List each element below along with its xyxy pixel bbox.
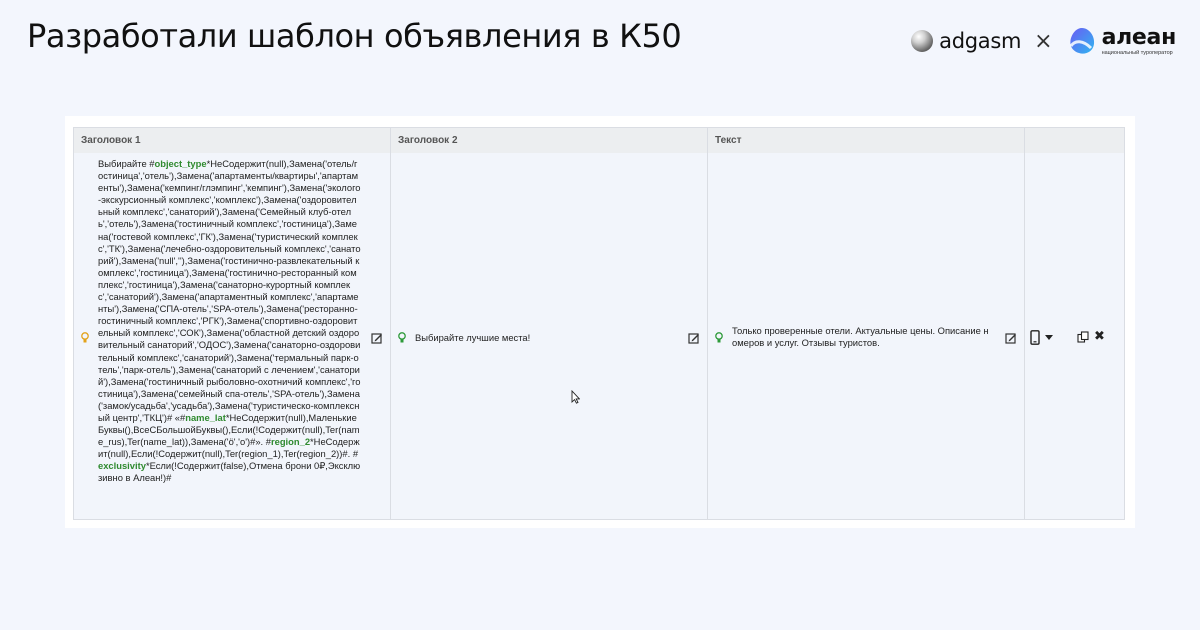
alean-logo-text: алеан (1101, 25, 1177, 50)
edit-text-icon[interactable] (1005, 332, 1017, 344)
mobile-device-icon[interactable] (1030, 330, 1040, 345)
lightbulb-warning-icon (81, 332, 89, 343)
lightbulb-ok-icon (398, 332, 406, 343)
lightbulb-ok-icon (715, 332, 723, 343)
column-header-text: Текст (715, 135, 742, 146)
template-variable: object_type (154, 158, 207, 169)
column-header-headline1: Заголовок 1 (81, 135, 141, 146)
table-row: Выбирайте #object_type*НеСодержит(null),… (74, 153, 1124, 519)
alean-tagline: национальный туроператор (1101, 50, 1173, 56)
template-text-fragment: Выбирайте # (98, 158, 155, 169)
template-variable: name_lat (185, 411, 226, 423)
column-divider (707, 128, 708, 519)
delete-icon[interactable]: ✖ (1094, 330, 1105, 343)
template-variable: region_2 (270, 436, 311, 448)
device-dropdown-caret-icon[interactable] (1045, 335, 1053, 340)
edit-headline2-icon[interactable] (688, 332, 700, 344)
copy-icon[interactable] (1077, 331, 1089, 343)
ad-body-text[interactable]: Только проверенные отели. Актуальные цен… (732, 325, 992, 349)
column-divider (390, 128, 391, 519)
alean-logo-icon (1069, 28, 1094, 54)
brand-separator: × (1034, 28, 1053, 54)
brand-logos: adgasm × алеан национальный туроператор (911, 26, 1176, 56)
adgasm-logo-text: adgasm (939, 29, 1022, 53)
ads-template-table: Заголовок 1 Заголовок 2 Текст Выбирайте … (73, 127, 1125, 520)
page-title: Разработали шаблон объявления в К50 (27, 17, 682, 55)
column-header-headline2: Заголовок 2 (398, 135, 458, 146)
adgasm-logo-icon (911, 30, 934, 52)
template-variable: exclusivity (98, 460, 146, 472)
edit-headline1-icon[interactable] (371, 332, 383, 344)
headline2-text[interactable]: Выбирайте лучшие места! (415, 332, 655, 344)
mouse-cursor-icon (571, 390, 580, 404)
column-divider (1024, 128, 1025, 519)
alean-logo: алеан национальный туроператор (1067, 26, 1176, 56)
headline1-template-text[interactable]: Выбирайте #object_type*НеСодержит(null),… (98, 158, 361, 485)
column-header-actions (1025, 128, 1125, 153)
template-text-fragment: *НеСодержит(null),Замена('отель/гостиниц… (98, 158, 361, 423)
table-header: Заголовок 1 Заголовок 2 Текст (74, 128, 1124, 154)
